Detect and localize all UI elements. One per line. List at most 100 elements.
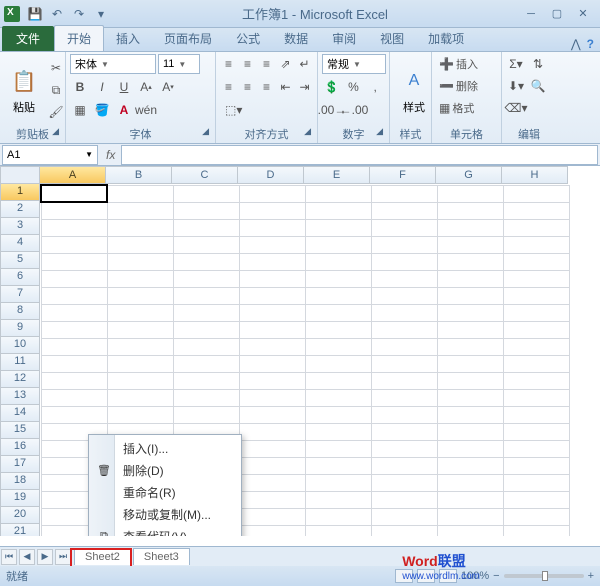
cell[interactable]	[173, 219, 239, 236]
cell[interactable]	[305, 185, 371, 202]
cell[interactable]	[239, 321, 305, 338]
cell[interactable]	[41, 389, 107, 406]
cell[interactable]	[107, 406, 173, 423]
cell[interactable]	[437, 389, 503, 406]
cell[interactable]	[239, 525, 305, 536]
cell[interactable]	[371, 508, 437, 525]
cell[interactable]	[41, 321, 107, 338]
cells-insert-button[interactable]: ➕插入	[436, 54, 497, 74]
formula-input[interactable]	[121, 145, 598, 165]
cell[interactable]	[239, 219, 305, 236]
row-header-9[interactable]: 9	[0, 320, 40, 337]
cell[interactable]	[503, 185, 569, 202]
grow-font-button[interactable]: A▴	[136, 77, 156, 97]
cell[interactable]	[173, 304, 239, 321]
clipboard-launcher[interactable]: ◢	[52, 126, 59, 137]
phonetic-button[interactable]: wén	[136, 100, 156, 120]
cell[interactable]	[239, 491, 305, 508]
cell[interactable]	[503, 338, 569, 355]
col-header-E[interactable]: E	[304, 166, 370, 184]
zoom-slider[interactable]	[504, 574, 584, 578]
row-header-21[interactable]: 21	[0, 524, 40, 536]
help-icon[interactable]: ?	[587, 37, 594, 51]
cell[interactable]	[239, 202, 305, 219]
ctx-move[interactable]: 移动或复制(M)...	[91, 503, 239, 525]
ctx-rename[interactable]: 重命名(R)	[91, 481, 239, 503]
cell[interactable]	[503, 270, 569, 287]
cell[interactable]	[371, 525, 437, 536]
cell[interactable]	[107, 321, 173, 338]
paste-button[interactable]: 📋 粘贴	[4, 63, 44, 117]
fill-button[interactable]: ⬇▾	[506, 76, 526, 96]
tab-file[interactable]: 文件	[2, 26, 54, 51]
cell[interactable]	[437, 491, 503, 508]
worksheet-grid[interactable]: ABCDEFGH 1234567891011121314151617181920…	[0, 166, 600, 536]
cell[interactable]	[107, 185, 173, 202]
qat-save[interactable]: 💾	[25, 4, 45, 24]
cell[interactable]	[371, 406, 437, 423]
cell[interactable]	[41, 338, 107, 355]
ctx-insert[interactable]: 插入(I)...	[91, 437, 239, 459]
cell[interactable]	[305, 491, 371, 508]
row-header-10[interactable]: 10	[0, 337, 40, 354]
autosum-button[interactable]: Σ▾	[506, 54, 526, 74]
col-header-A[interactable]: A	[40, 166, 106, 184]
cell[interactable]	[239, 474, 305, 491]
bold-button[interactable]: B	[70, 77, 90, 97]
cell[interactable]	[371, 440, 437, 457]
cell[interactable]	[503, 236, 569, 253]
zoom-in-button[interactable]: +	[588, 570, 594, 582]
cell[interactable]	[371, 457, 437, 474]
cell[interactable]	[173, 389, 239, 406]
cell[interactable]	[305, 270, 371, 287]
sheet-nav-next[interactable]: ▶	[37, 549, 53, 565]
row-header-19[interactable]: 19	[0, 490, 40, 507]
cell[interactable]	[503, 440, 569, 457]
cell[interactable]	[305, 457, 371, 474]
cell[interactable]	[41, 185, 107, 202]
borders-button[interactable]: ▦	[70, 100, 90, 120]
row-header-5[interactable]: 5	[0, 252, 40, 269]
cell[interactable]	[41, 202, 107, 219]
cell[interactable]	[503, 321, 569, 338]
copy-button[interactable]: ⧉	[46, 80, 66, 100]
cell[interactable]	[173, 406, 239, 423]
row-header-13[interactable]: 13	[0, 388, 40, 405]
cell[interactable]	[371, 338, 437, 355]
cell[interactable]	[437, 508, 503, 525]
merge-center-button[interactable]: ⬚▾	[220, 100, 247, 120]
shrink-font-button[interactable]: A▾	[158, 77, 178, 97]
cell[interactable]	[239, 355, 305, 372]
cell[interactable]	[41, 253, 107, 270]
cell[interactable]	[173, 338, 239, 355]
row-header-4[interactable]: 4	[0, 235, 40, 252]
cell[interactable]	[173, 202, 239, 219]
increase-indent-button[interactable]: ⇥	[296, 77, 313, 97]
row-header-18[interactable]: 18	[0, 473, 40, 490]
cell[interactable]	[173, 321, 239, 338]
cell[interactable]	[107, 236, 173, 253]
number-launcher[interactable]: ◢	[376, 126, 383, 137]
row-header-17[interactable]: 17	[0, 456, 40, 473]
font-size-combo[interactable]: 11▼	[158, 54, 200, 74]
italic-button[interactable]: I	[92, 77, 112, 97]
row-header-20[interactable]: 20	[0, 507, 40, 524]
row-header-7[interactable]: 7	[0, 286, 40, 303]
cell[interactable]	[437, 423, 503, 440]
cell[interactable]	[371, 372, 437, 389]
cell[interactable]	[371, 423, 437, 440]
row-header-2[interactable]: 2	[0, 201, 40, 218]
font-color-button[interactable]: A	[114, 100, 134, 120]
tab-addins[interactable]: 加载项	[416, 26, 476, 51]
sheet-tab-2[interactable]: Sheet2	[74, 548, 131, 565]
sheet-tab-3[interactable]: Sheet3	[133, 548, 190, 565]
sort-filter-button[interactable]: ⇅	[528, 54, 548, 74]
ctx-delete[interactable]: 🗑删除(D)	[91, 459, 239, 481]
sheet-nav-prev[interactable]: ◀	[19, 549, 35, 565]
fill-color-button[interactable]: 🪣	[92, 100, 112, 120]
cell[interactable]	[437, 270, 503, 287]
cell[interactable]	[371, 389, 437, 406]
cell[interactable]	[305, 355, 371, 372]
cell[interactable]	[305, 287, 371, 304]
cell[interactable]	[371, 236, 437, 253]
